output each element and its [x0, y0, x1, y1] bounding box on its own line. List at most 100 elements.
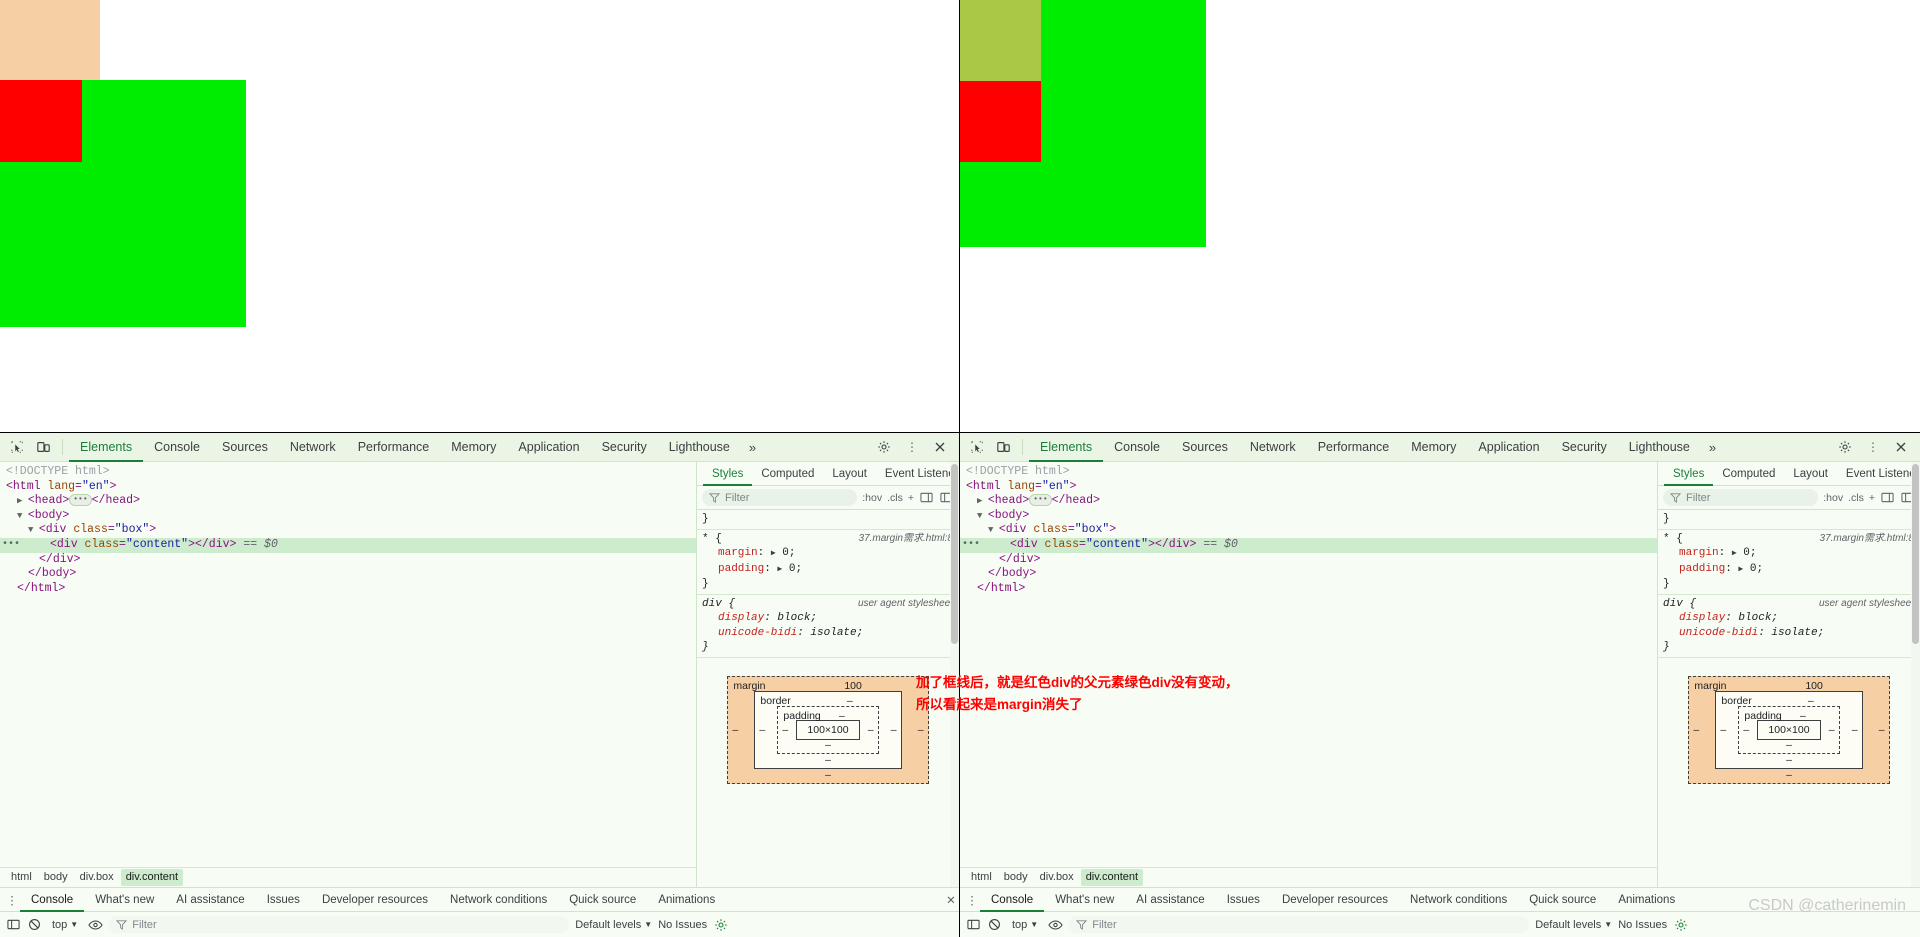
css-prop-margin[interactable]: margin [1663, 547, 1719, 559]
box-model-padding-bottom[interactable]: – [1786, 738, 1792, 753]
device-toolbar-icon[interactable] [990, 435, 1016, 459]
tab-lighthouse[interactable]: Lighthouse [1618, 433, 1701, 462]
console-sidebar-icon[interactable] [6, 917, 21, 932]
tab-elements[interactable]: Elements [69, 433, 143, 462]
breadcrumb-html[interactable]: html [966, 869, 997, 886]
css-value-padding[interactable]: 0; [789, 563, 802, 575]
breadcrumb-html[interactable]: html [6, 869, 37, 886]
breadcrumb-body[interactable]: body [999, 869, 1033, 886]
box-model-border-bottom[interactable]: – [1786, 753, 1792, 768]
drawer-tab-whats-new[interactable]: What's new [84, 888, 165, 912]
device-toolbar-icon[interactable] [30, 435, 56, 459]
close-devtools-icon[interactable] [927, 435, 953, 459]
styles-tab-styles[interactable]: Styles [703, 462, 752, 486]
styles-filter-input[interactable]: Filter [1663, 489, 1819, 506]
styles-tab-event-listeners[interactable]: Event Listeners [876, 462, 959, 486]
dom-node[interactable]: <html lang="en"> [0, 480, 696, 495]
tab-sources[interactable]: Sources [211, 433, 279, 462]
tab-console[interactable]: Console [143, 433, 211, 462]
tab-application[interactable]: Application [507, 433, 590, 462]
tab-elements[interactable]: Elements [1029, 433, 1103, 462]
expand-triangle-icon[interactable]: ▶ [17, 496, 28, 506]
styles-tab-layout[interactable]: Layout [1784, 462, 1837, 486]
dom-node[interactable]: </body> [960, 567, 1657, 582]
dom-node[interactable]: ▼ <body> [960, 509, 1657, 524]
devtools-kebab-icon[interactable]: ⋮ [899, 435, 925, 459]
drawer-tab-quick-source[interactable]: Quick source [558, 888, 647, 912]
box-model-border-right[interactable]: – [1852, 723, 1858, 738]
tab-security[interactable]: Security [591, 433, 658, 462]
hov-toggle[interactable]: :hov [862, 492, 882, 504]
cls-toggle[interactable]: .cls [887, 492, 903, 504]
breadcrumb-div-box[interactable]: div.box [75, 869, 119, 886]
inspect-element-icon[interactable] [964, 435, 990, 459]
box-model-padding-left[interactable]: – [1743, 723, 1749, 738]
styles-scrollbar[interactable] [1911, 462, 1920, 887]
breadcrumb-div-content[interactable]: div.content [1080, 869, 1144, 886]
box-model-margin-right[interactable]: – [918, 723, 924, 738]
drawer-tab-developer-resources[interactable]: Developer resources [1271, 888, 1399, 912]
box-model-margin-right[interactable]: – [1879, 723, 1885, 738]
css-source-link[interactable]: 37.margin需求.html:8 [859, 532, 953, 547]
cls-toggle[interactable]: .cls [1848, 492, 1864, 504]
box-model-margin-left[interactable]: – [732, 723, 738, 738]
expand-arrow-icon[interactable]: ▶ [771, 549, 776, 558]
box-model-margin[interactable]: margin 100 – – – border – – – – padding … [1688, 675, 1890, 784]
console-context-selector[interactable]: top ▼ [48, 918, 82, 932]
css-declaration[interactable]: padding: ▶ 0; [1663, 562, 1920, 578]
devtools-kebab-icon[interactable]: ⋮ [1860, 435, 1886, 459]
expand-arrow-icon[interactable]: ▶ [1738, 565, 1743, 574]
clear-console-icon[interactable] [987, 917, 1002, 932]
styles-filter-input[interactable]: Filter [702, 489, 858, 506]
styles-tab-computed[interactable]: Computed [752, 462, 823, 486]
drawer-tab-quick-source[interactable]: Quick source [1518, 888, 1607, 912]
console-filter-input[interactable]: Filter [1069, 916, 1530, 933]
hov-toggle[interactable]: :hov [1823, 492, 1843, 504]
live-expression-eye-icon[interactable] [1048, 917, 1063, 932]
dom-node[interactable]: ▶ <head> ••• </head> [0, 494, 696, 509]
inspect-element-icon[interactable] [4, 435, 30, 459]
tab-security[interactable]: Security [1551, 433, 1618, 462]
box-model-padding-bottom[interactable]: – [825, 738, 831, 753]
tab-console[interactable]: Console [1103, 433, 1171, 462]
css-value-margin[interactable]: 0; [782, 547, 795, 559]
left-dom-tree[interactable]: <!DOCTYPE html> <html lang="en"> ▶ <head> •… [0, 462, 697, 887]
tab-performance[interactable]: Performance [347, 433, 441, 462]
box-model-border[interactable]: border – – – – padding – – – – 100×100 [754, 690, 902, 769]
console-no-issues-label[interactable]: No Issues [658, 919, 707, 931]
styles-tab-styles[interactable]: Styles [1664, 462, 1713, 486]
dom-node[interactable]: <!DOCTYPE html> [0, 465, 696, 480]
styles-scrollbar-thumb[interactable] [951, 464, 958, 644]
dom-node[interactable]: </html> [960, 582, 1657, 597]
dom-node[interactable]: ▼ <div class="box"> [960, 523, 1657, 538]
drawer-tab-animations[interactable]: Animations [647, 888, 726, 912]
box-model-border-left[interactable]: – [1720, 723, 1726, 738]
dom-node-selected[interactable]: ••• <div class="content"></div> == $0 [0, 537, 696, 553]
drawer-tab-ai-assistance[interactable]: AI assistance [165, 888, 255, 912]
computed-sidebar-icon[interactable] [1880, 490, 1895, 505]
css-declaration[interactable]: margin: ▶ 0; [702, 546, 959, 562]
console-settings-gear-icon[interactable] [1673, 917, 1688, 932]
tab-lighthouse[interactable]: Lighthouse [658, 433, 741, 462]
box-model-margin[interactable]: margin 100 – – – border – – – – padding … [727, 675, 929, 784]
expand-arrow-icon[interactable]: ▶ [1732, 549, 1737, 558]
box-model-margin-bottom[interactable]: – [1786, 768, 1792, 783]
box-model-padding-top[interactable]: – [839, 709, 845, 724]
dom-node[interactable]: </html> [0, 582, 696, 597]
dom-node[interactable]: </div> [960, 553, 1657, 568]
drawer-tab-issues[interactable]: Issues [256, 888, 311, 912]
box-model-margin-left[interactable]: – [1693, 723, 1699, 738]
css-value-padding[interactable]: 0; [1750, 563, 1763, 575]
dom-node[interactable]: </div> [0, 553, 696, 568]
box-model-margin-bottom[interactable]: – [825, 768, 831, 783]
css-prop-padding[interactable]: padding [1663, 563, 1725, 575]
styles-scrollbar-thumb[interactable] [1912, 464, 1919, 644]
css-declaration[interactable]: padding: ▶ 0; [702, 562, 959, 578]
box-model-padding-right[interactable]: – [868, 723, 874, 738]
drawer-tab-developer-resources[interactable]: Developer resources [311, 888, 439, 912]
drawer-tab-ai-assistance[interactable]: AI assistance [1125, 888, 1215, 912]
box-model-border-left[interactable]: – [759, 723, 765, 738]
dom-node-selected[interactable]: ••• <div class="content"></div> == $0 [960, 537, 1657, 553]
gear-icon[interactable] [1832, 435, 1858, 459]
css-source-link[interactable]: 37.margin需求.html:8 [1820, 532, 1914, 547]
